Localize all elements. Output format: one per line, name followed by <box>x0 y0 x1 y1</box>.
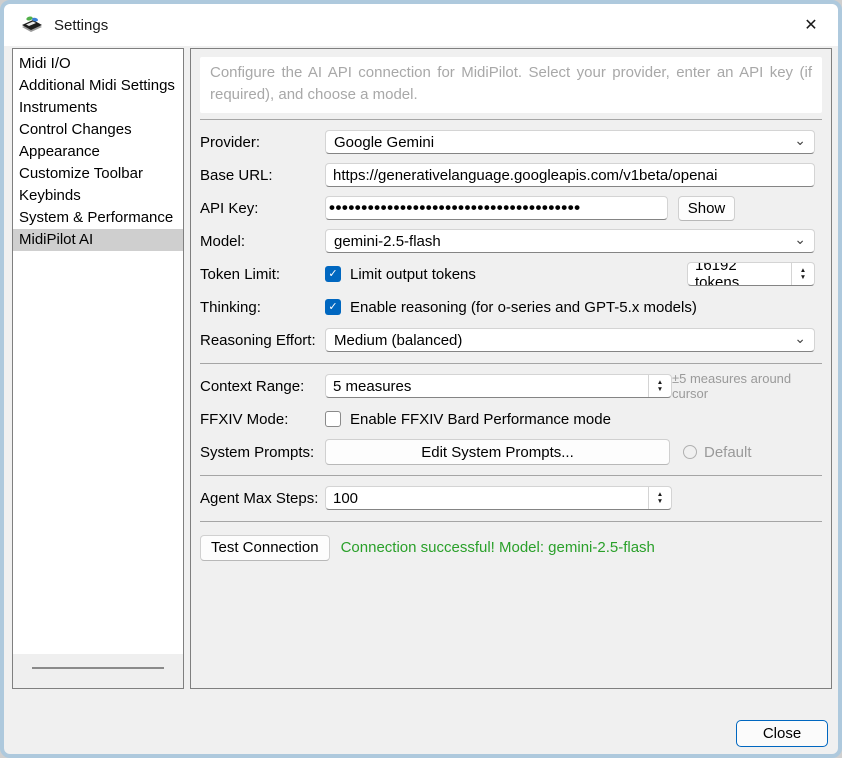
spin-down-icon[interactable]: ▼ <box>800 274 806 281</box>
settings-window: Settings ✕ Midi I/O Additional Midi Sett… <box>0 0 842 758</box>
connection-status-text: Connection successful! Model: gemini-2.5… <box>341 539 655 556</box>
chevron-down-icon: ⌄ <box>794 333 806 343</box>
api-key-input[interactable] <box>325 196 668 220</box>
chevron-down-icon: ⌄ <box>794 234 806 244</box>
edit-system-prompts-button[interactable]: Edit System Prompts... <box>325 439 670 465</box>
agent-max-steps-value: 100 <box>326 487 648 509</box>
api-key-label: API Key: <box>200 200 325 217</box>
settings-category-list: Midi I/O Additional Midi Settings Instru… <box>12 48 184 689</box>
sidebar-item-midipilot-ai[interactable]: MidiPilot AI <box>13 229 183 251</box>
sidebar-item-midi-io[interactable]: Midi I/O <box>13 53 183 75</box>
spinner-buttons[interactable]: ▲ ▼ <box>648 375 671 397</box>
sidebar-resize-grip[interactable] <box>13 654 183 688</box>
ffxiv-mode-checkbox[interactable]: ✓ <box>325 411 341 427</box>
base-url-row: Base URL: <box>200 159 822 192</box>
close-button[interactable]: Close <box>736 720 828 747</box>
token-limit-spinner[interactable]: 16192 tokens ▲ ▼ <box>687 262 815 286</box>
model-label: Model: <box>200 233 325 250</box>
spin-up-icon[interactable]: ▲ <box>800 267 806 274</box>
panel-description: Configure the AI API connection for Midi… <box>200 57 822 113</box>
sidebar-item-control-changes[interactable]: Control Changes <box>13 119 183 141</box>
sidebar-item-instruments[interactable]: Instruments <box>13 97 183 119</box>
dialog-footer: Close <box>4 689 838 747</box>
title-bar: Settings ✕ <box>4 4 838 46</box>
reasoning-effort-value: Medium (balanced) <box>334 332 462 349</box>
base-url-input[interactable] <box>325 163 815 187</box>
sidebar-item-system-performance[interactable]: System & Performance <box>13 207 183 229</box>
spin-up-icon[interactable]: ▲ <box>657 491 663 498</box>
sidebar-item-customize-toolbar[interactable]: Customize Toolbar <box>13 163 183 185</box>
reasoning-effort-row: Reasoning Effort: Medium (balanced) ⌄ <box>200 324 822 357</box>
reasoning-effort-label: Reasoning Effort: <box>200 332 325 349</box>
spinner-buttons[interactable]: ▲ ▼ <box>648 487 671 509</box>
agent-max-steps-row: Agent Max Steps: 100 ▲ ▼ <box>200 482 822 515</box>
close-window-icon[interactable]: ✕ <box>794 10 828 40</box>
check-icon: ✓ <box>328 302 337 313</box>
separator <box>200 521 822 522</box>
test-connection-button[interactable]: Test Connection <box>200 535 330 561</box>
context-range-value: 5 measures <box>326 375 648 397</box>
system-prompts-label: System Prompts: <box>200 444 325 461</box>
provider-label: Provider: <box>200 134 325 151</box>
default-prompts-radio[interactable]: Default <box>683 444 752 461</box>
separator <box>200 475 822 476</box>
ffxiv-mode-row: FFXIV Mode: ✓ Enable FFXIV Bard Performa… <box>200 403 822 436</box>
spin-down-icon[interactable]: ▼ <box>657 386 663 393</box>
agent-max-steps-label: Agent Max Steps: <box>200 490 325 507</box>
main-content: Midi I/O Additional Midi Settings Instru… <box>12 48 832 689</box>
context-range-hint: ±5 measures around cursor <box>672 371 822 401</box>
token-limit-row: Token Limit: ✓ Limit output tokens 16192… <box>200 258 822 291</box>
separator <box>200 363 822 364</box>
ffxiv-mode-checkbox-label: Enable FFXIV Bard Performance mode <box>350 411 611 428</box>
limit-output-tokens-checkbox-label: Limit output tokens <box>350 266 476 283</box>
model-value: gemini-2.5-flash <box>334 233 441 250</box>
separator <box>200 119 822 120</box>
provider-value: Google Gemini <box>334 134 434 151</box>
token-limit-value: 16192 tokens <box>688 263 791 285</box>
sidebar-item-appearance[interactable]: Appearance <box>13 141 183 163</box>
provider-row: Provider: Google Gemini ⌄ <box>200 126 822 159</box>
base-url-label: Base URL: <box>200 167 325 184</box>
midipilot-ai-panel: Configure the AI API connection for Midi… <box>190 48 832 689</box>
context-range-row: Context Range: 5 measures ▲ ▼ ±5 measure… <box>200 370 822 403</box>
sidebar-item-keybinds[interactable]: Keybinds <box>13 185 183 207</box>
context-range-spinner[interactable]: 5 measures ▲ ▼ <box>325 374 672 398</box>
model-row: Model: gemini-2.5-flash ⌄ <box>200 225 822 258</box>
token-limit-label: Token Limit: <box>200 266 325 283</box>
context-range-label: Context Range: <box>200 378 325 395</box>
model-select[interactable]: gemini-2.5-flash ⌄ <box>325 229 815 253</box>
system-prompts-row: System Prompts: Edit System Prompts... D… <box>200 436 822 469</box>
sidebar-item-additional-midi-settings[interactable]: Additional Midi Settings <box>13 75 183 97</box>
api-key-row: API Key: Show <box>200 192 822 225</box>
spinner-buttons[interactable]: ▲ ▼ <box>791 263 814 285</box>
check-icon: ✓ <box>328 269 337 280</box>
show-api-key-button[interactable]: Show <box>678 196 735 221</box>
enable-reasoning-checkbox[interactable]: ✓ <box>325 299 341 315</box>
chevron-down-icon: ⌄ <box>794 135 806 145</box>
grip-line <box>32 667 164 669</box>
provider-select[interactable]: Google Gemini ⌄ <box>325 130 815 154</box>
limit-output-tokens-checkbox[interactable]: ✓ <box>325 266 341 282</box>
test-connection-row: Test Connection Connection successful! M… <box>200 528 822 568</box>
spin-up-icon[interactable]: ▲ <box>657 379 663 386</box>
default-prompts-radio-label: Default <box>704 444 752 461</box>
agent-max-steps-spinner[interactable]: 100 ▲ ▼ <box>325 486 672 510</box>
radio-icon <box>683 445 697 459</box>
app-icon <box>20 15 44 35</box>
thinking-row: Thinking: ✓ Enable reasoning (for o-seri… <box>200 291 822 324</box>
spin-down-icon[interactable]: ▼ <box>657 498 663 505</box>
reasoning-effort-select[interactable]: Medium (balanced) ⌄ <box>325 328 815 352</box>
thinking-label: Thinking: <box>200 299 325 316</box>
window-title: Settings <box>54 17 108 34</box>
ffxiv-mode-label: FFXIV Mode: <box>200 411 325 428</box>
enable-reasoning-checkbox-label: Enable reasoning (for o-series and GPT-5… <box>350 299 697 316</box>
